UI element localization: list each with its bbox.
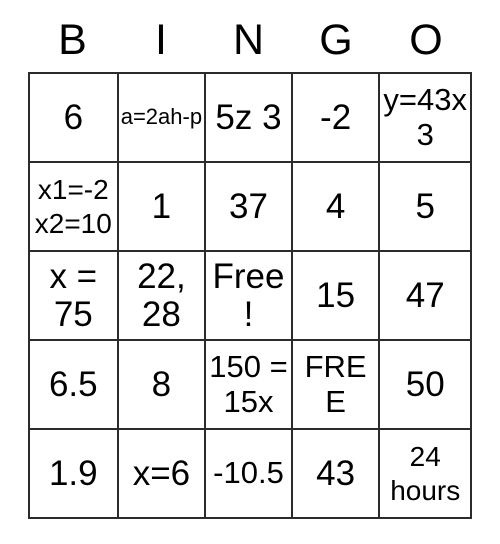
bingo-cell[interactable]: 6: [30, 74, 119, 163]
bingo-cell[interactable]: 1: [118, 163, 207, 252]
bingo-cell-text: 6: [63, 97, 84, 137]
bingo-cell[interactable]: 5: [380, 163, 472, 252]
bingo-cell[interactable]: 150 = 15x: [206, 341, 293, 430]
bingo-cell-text: 43: [316, 453, 356, 493]
bingo-cell[interactable]: 4: [292, 163, 381, 252]
bingo-cell[interactable]: 37: [206, 163, 293, 252]
bingo-header-letter-g: G: [319, 15, 353, 64]
bingo-cell[interactable]: 22, 28: [118, 252, 207, 341]
bingo-cell-text: 50: [405, 364, 445, 404]
bingo-cell-text: 5z 3: [215, 97, 282, 137]
bingo-cell[interactable]: 15: [292, 252, 381, 341]
bingo-header-letter-i: I: [155, 15, 167, 64]
bingo-cell-text: 22, 28: [137, 256, 186, 334]
bingo-cell-text: x=6: [132, 453, 191, 493]
bingo-cell-text: x = 75: [49, 256, 98, 334]
bingo-cell[interactable]: x = 75: [30, 252, 119, 341]
bingo-cell-text: Free!: [212, 256, 285, 334]
bingo-cell[interactable]: 5z 3: [206, 74, 293, 163]
bingo-cell-text: 8: [151, 364, 172, 404]
bingo-header-letter-o: O: [409, 15, 443, 64]
bingo-row: x1=-2 x2=10 1 37 4 5: [30, 163, 472, 252]
bingo-cell-text: -2: [320, 97, 352, 137]
bingo-cell-text: 15: [316, 275, 356, 315]
bingo-row: 6.5 8 150 = 15x FREE 50: [30, 341, 472, 430]
bingo-card: B I N G O 6 a=2ah-p 5z 3 -2 y=43x 3 x1=-…: [28, 8, 472, 519]
bingo-cell[interactable]: 6.5: [30, 341, 119, 430]
bingo-cell-text: 6.5: [48, 364, 98, 404]
bingo-cell[interactable]: y=43x 3: [380, 74, 472, 163]
bingo-cell[interactable]: -10.5: [206, 430, 293, 519]
bingo-cell-text: 37: [229, 186, 268, 226]
bingo-cell-text: 1.9: [48, 453, 98, 493]
bingo-cell-text: 150 = 15x: [209, 348, 288, 419]
bingo-row: 1.9 x=6 -10.5 43 24 hours: [30, 430, 472, 519]
bingo-header-letter-b: B: [58, 15, 87, 64]
bingo-cell-text: FREE: [304, 348, 367, 419]
bingo-grid: 6 a=2ah-p 5z 3 -2 y=43x 3 x1=-2 x2=10 1 …: [28, 72, 472, 519]
bingo-cell[interactable]: 8: [118, 341, 207, 430]
bingo-cell[interactable]: 1.9: [30, 430, 119, 519]
bingo-cell[interactable]: 47: [380, 252, 472, 341]
bingo-cell-text: -10.5: [213, 455, 284, 491]
bingo-cell[interactable]: x=6: [118, 430, 207, 519]
bingo-cell[interactable]: x1=-2 x2=10: [30, 163, 119, 252]
bingo-cell-text: a=2ah-p: [120, 104, 203, 130]
bingo-header-row: B I N G O: [28, 8, 472, 72]
bingo-cell[interactable]: a=2ah-p: [118, 74, 207, 163]
bingo-cell-text: y=43x 3: [383, 81, 467, 152]
bingo-cell[interactable]: 24 hours: [380, 430, 472, 519]
bingo-cell[interactable]: 50: [380, 341, 472, 430]
bingo-cell-text: 47: [405, 275, 445, 315]
bingo-cell-text: x1=-2 x2=10: [34, 174, 112, 239]
bingo-row: x = 75 22, 28 Free! 15 47: [30, 252, 472, 341]
bingo-cell[interactable]: -2: [292, 74, 381, 163]
bingo-cell-text: 24 hours: [390, 441, 461, 506]
bingo-cell-text: 5: [415, 186, 435, 226]
bingo-cell-text: 4: [325, 186, 346, 226]
bingo-cell-text: 1: [151, 186, 172, 226]
bingo-header-letter-n: N: [232, 15, 265, 64]
bingo-cell[interactable]: 43: [292, 430, 381, 519]
bingo-row: 6 a=2ah-p 5z 3 -2 y=43x 3: [30, 74, 472, 163]
bingo-cell-free[interactable]: Free!: [206, 252, 293, 341]
bingo-cell-free[interactable]: FREE: [292, 341, 381, 430]
